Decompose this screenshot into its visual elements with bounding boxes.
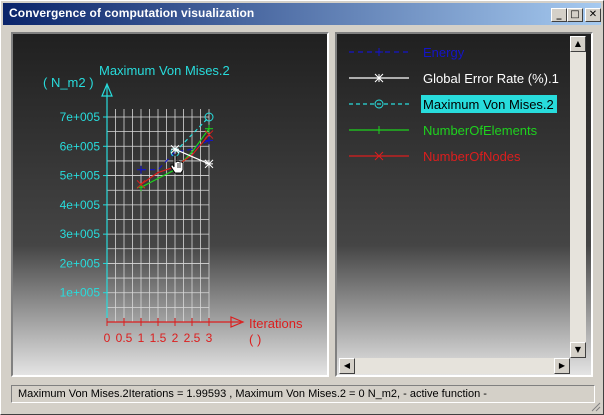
- y-axis-unit: ( N_m2 ): [43, 75, 94, 90]
- legend-label: NumberOfElements: [423, 123, 538, 138]
- x-tick-label: 3: [206, 331, 213, 345]
- convergence-chart[interactable]: 1e+005 2e+005 3e+005 4e+005 5e+005 6e+005 7e+0…: [13, 34, 327, 375]
- x-axis-label: Iterations: [249, 316, 303, 331]
- arrow-left-icon[interactable]: ◀: [339, 358, 355, 374]
- y-tick-label: 2e+005: [60, 256, 101, 270]
- legend-label: Maximum Von Mises.2: [423, 97, 554, 112]
- arrow-up-icon[interactable]: ▲: [570, 36, 586, 52]
- x-tick-label: 0: [104, 331, 111, 345]
- close-button[interactable]: ✕: [585, 8, 601, 22]
- title-bar[interactable]: Convergence of computation visualization…: [3, 3, 601, 25]
- y-tick-label: 7e+005: [60, 110, 101, 124]
- legend[interactable]: Energy Global Error Rate (%).1 Maximum Von…: [337, 34, 591, 375]
- legend-label: NumberOfNodes: [423, 149, 521, 164]
- x-tick-label: 1: [138, 331, 145, 345]
- status-bar: Maximum Von Mises.2Iterations = 1.99593 …: [11, 385, 595, 403]
- maximize-button[interactable]: □: [567, 8, 583, 22]
- minimize-button[interactable]: _: [551, 8, 567, 22]
- y-tick-label: 6e+005: [60, 139, 101, 153]
- legend-label: Energy: [423, 45, 465, 60]
- app-window: Convergence of computation visualization…: [0, 0, 604, 415]
- x-tick-label: 0.5: [116, 331, 133, 345]
- chart-panel[interactable]: 1e+005 2e+005 3e+005 4e+005 5e+005 6e+005 7e+0…: [11, 32, 329, 377]
- x-tick-label: 1.5: [150, 331, 167, 345]
- y-tick-label: 4e+005: [60, 198, 101, 212]
- y-axis-label: Maximum Von Mises.2: [99, 63, 230, 78]
- legend-label: Global Error Rate (%).1: [423, 71, 559, 86]
- x-tick-label: 2.5: [184, 331, 201, 345]
- legend-horizontal-scrollbar[interactable]: ◀ ▶: [339, 358, 570, 374]
- arrow-down-icon[interactable]: ▼: [570, 342, 586, 358]
- resize-grip-icon[interactable]: [591, 402, 601, 412]
- legend-vertical-scrollbar[interactable]: ▲ ▼: [570, 36, 586, 358]
- x-axis-unit: ( ): [249, 332, 261, 347]
- window-title: Convergence of computation visualization: [9, 6, 255, 20]
- series-point-global-error-rate-1: [170, 144, 180, 154]
- y-tick-label: 5e+005: [60, 169, 101, 183]
- legend-marker: [374, 73, 384, 83]
- arrow-right-icon[interactable]: ▶: [554, 358, 570, 374]
- legend-panel[interactable]: Energy Global Error Rate (%).1 Maximum Von…: [335, 32, 593, 377]
- y-tick-label: 3e+005: [60, 227, 101, 241]
- series-point-global-error-rate-1: [204, 159, 214, 169]
- x-tick-label: 2: [172, 331, 179, 345]
- y-tick-label: 1e+005: [60, 286, 101, 300]
